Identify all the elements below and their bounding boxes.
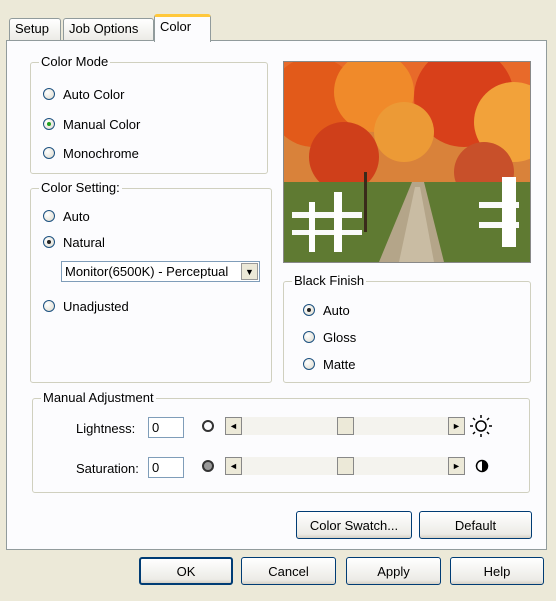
radio-finish-auto[interactable]: Auto	[303, 301, 350, 319]
profile-select[interactable]: Monitor(6500K) - Perceptual ▼	[61, 261, 260, 282]
apply-button-label: Apply	[377, 563, 410, 579]
color-setting-group: Color Setting: Auto Natural Monitor(6500…	[30, 180, 272, 383]
arrow-left-icon[interactable]: ◄	[225, 417, 242, 435]
half-circle-icon	[475, 459, 489, 473]
radio-auto-color-label: Auto Color	[63, 86, 125, 102]
radio-setting-auto[interactable]: Auto	[43, 207, 90, 225]
radio-finish-matte-circle[interactable]	[303, 358, 315, 370]
radio-setting-auto-circle[interactable]	[43, 210, 55, 222]
default-button[interactable]: Default	[419, 511, 532, 539]
tab-job-options[interactable]: Job Options	[63, 18, 154, 40]
radio-setting-natural[interactable]: Natural	[43, 233, 105, 251]
radio-auto-color[interactable]: Auto Color	[43, 85, 124, 103]
black-finish-group: Black Finish Auto Gloss Matte	[283, 273, 531, 383]
color-preview-image	[283, 61, 531, 263]
lightness-slider[interactable]: ◄ ►	[225, 417, 465, 435]
saturation-input-value: 0	[152, 460, 160, 475]
saturation-input[interactable]: 0	[148, 457, 184, 478]
manual-adjustment-group: Manual Adjustment Lightness: 0 ◄ ► Satur…	[32, 390, 530, 493]
gray-circle-icon	[202, 460, 214, 472]
help-button[interactable]: Help	[450, 557, 544, 585]
black-finish-title: Black Finish	[292, 273, 367, 289]
ok-button[interactable]: OK	[139, 557, 233, 585]
manual-adjustment-title: Manual Adjustment	[41, 390, 156, 406]
radio-setting-unadjusted-label: Unadjusted	[63, 298, 129, 314]
sun-icon	[470, 415, 492, 437]
tab-color[interactable]: Color	[154, 14, 211, 42]
radio-finish-gloss-label: Gloss	[323, 329, 357, 345]
radio-manual-color[interactable]: Manual Color	[43, 115, 140, 133]
radio-manual-color-label: Manual Color	[63, 116, 141, 132]
radio-setting-unadjusted-circle[interactable]	[43, 300, 55, 312]
radio-finish-matte[interactable]: Matte	[303, 355, 356, 373]
tab-setup-label: Setup	[15, 21, 49, 36]
radio-auto-color-circle[interactable]	[43, 88, 55, 100]
tab-color-label: Color	[160, 19, 192, 34]
profile-select-value: Monitor(6500K) - Perceptual	[65, 264, 229, 279]
ok-button-label: OK	[176, 563, 196, 579]
color-tab-panel: Color Mode Auto Color Manual Color Monoc…	[6, 40, 547, 550]
radio-setting-unadjusted[interactable]: Unadjusted	[43, 297, 129, 315]
arrow-right-icon[interactable]: ►	[448, 457, 465, 475]
saturation-label: Saturation:	[76, 461, 139, 476]
color-mode-group: Color Mode Auto Color Manual Color Monoc…	[30, 54, 268, 174]
radio-finish-auto-circle[interactable]	[303, 304, 315, 316]
lightness-label: Lightness:	[76, 421, 136, 436]
radio-finish-auto-label: Auto	[323, 302, 350, 318]
help-button-label: Help	[483, 563, 511, 579]
radio-setting-natural-label: Natural	[63, 234, 105, 250]
autumn-road-photo	[284, 62, 530, 262]
lightness-input-value: 0	[152, 420, 160, 435]
apply-button[interactable]: Apply	[346, 557, 441, 585]
lightness-input[interactable]: 0	[148, 417, 184, 438]
radio-manual-color-circle[interactable]	[43, 118, 55, 130]
radio-setting-auto-label: Auto	[63, 208, 90, 224]
cancel-button[interactable]: Cancel	[241, 557, 336, 585]
radio-monochrome[interactable]: Monochrome	[43, 144, 139, 162]
tab-job-options-label: Job Options	[69, 21, 139, 36]
radio-monochrome-circle[interactable]	[43, 147, 55, 159]
color-setting-title: Color Setting:	[39, 180, 122, 196]
radio-finish-gloss-circle[interactable]	[303, 331, 315, 343]
radio-monochrome-label: Monochrome	[63, 145, 139, 161]
color-swatch-button[interactable]: Color Swatch...	[296, 511, 412, 539]
tab-setup[interactable]: Setup	[9, 18, 61, 40]
lightness-slider-thumb[interactable]	[337, 417, 354, 435]
color-swatch-button-label: Color Swatch...	[309, 517, 399, 533]
color-mode-title: Color Mode	[39, 54, 111, 70]
radio-setting-natural-circle[interactable]	[43, 236, 55, 248]
chevron-down-icon[interactable]: ▼	[241, 263, 258, 280]
saturation-slider[interactable]: ◄ ►	[225, 457, 465, 475]
circle-outline-icon	[202, 420, 214, 432]
arrow-left-icon[interactable]: ◄	[225, 457, 242, 475]
arrow-right-icon[interactable]: ►	[448, 417, 465, 435]
cancel-button-label: Cancel	[268, 563, 309, 579]
default-button-label: Default	[454, 517, 497, 533]
saturation-slider-thumb[interactable]	[337, 457, 354, 475]
radio-finish-matte-label: Matte	[323, 356, 356, 372]
radio-finish-gloss[interactable]: Gloss	[303, 328, 356, 346]
